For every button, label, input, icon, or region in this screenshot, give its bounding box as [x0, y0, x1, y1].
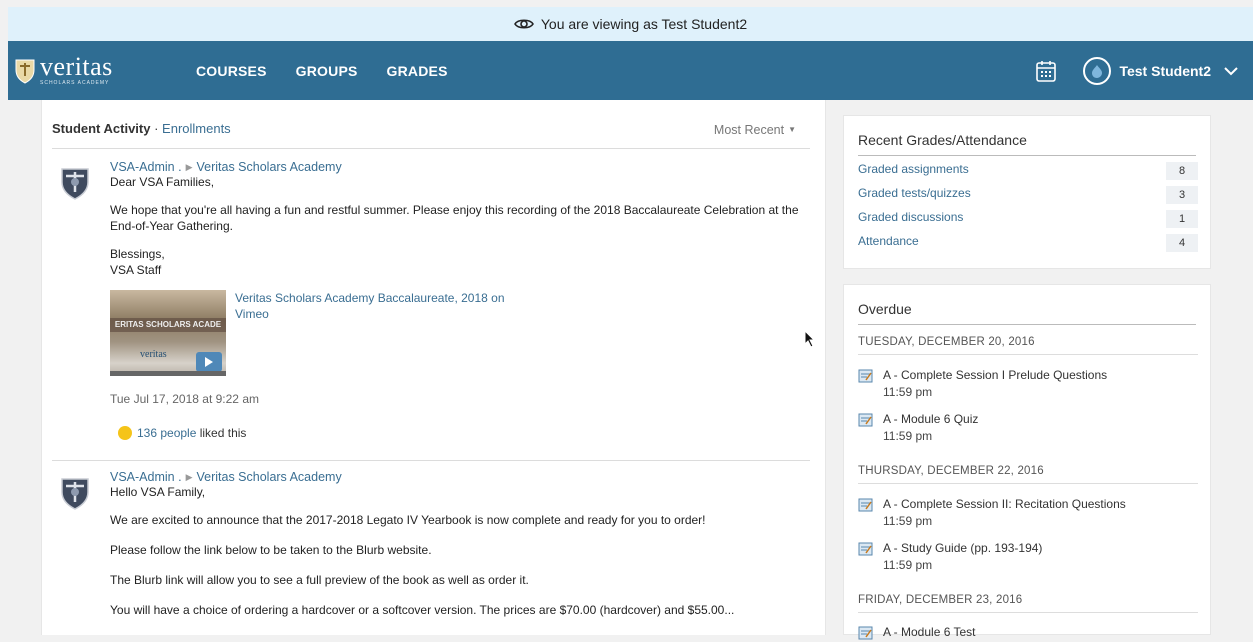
- post-paragraph: Please follow the link below to be taken…: [110, 543, 432, 557]
- post-signature: VSA Staff: [110, 263, 162, 277]
- likes-count-link[interactable]: 136 people: [137, 426, 196, 440]
- smiley-icon: [118, 426, 132, 440]
- assignment-icon: [858, 413, 873, 427]
- video-link-line: Veritas Scholars Academy Baccalaureate, …: [235, 291, 505, 305]
- arrow-right-icon: ▶: [185, 162, 193, 172]
- global-header: veritas SCHOLARS ACADEMY COURSES GROUPS …: [8, 41, 1253, 100]
- sort-label: Most Recent: [713, 123, 785, 137]
- grades-row-count: 8: [1166, 162, 1198, 180]
- nav-groups[interactable]: GROUPS: [296, 63, 358, 79]
- assignment-icon: [858, 498, 873, 512]
- assignment-icon: [858, 542, 873, 556]
- grades-row-label[interactable]: Attendance: [858, 234, 919, 248]
- grades-row[interactable]: Graded assignments 8: [858, 162, 1198, 180]
- overdue-date-heading: THURSDAY, DECEMBER 22, 2016: [858, 465, 1198, 484]
- overdue-date-heading: TUESDAY, DECEMBER 20, 2016: [858, 336, 1198, 355]
- post-timestamp: Tue Jul 17, 2018 at 9:22 am: [110, 392, 259, 406]
- calendar-icon[interactable]: [1036, 60, 1057, 82]
- feed-title-separator: ·: [150, 121, 163, 136]
- video-link-line: Vimeo: [235, 307, 269, 321]
- feed-title: Student Activity · Enrollments: [52, 121, 231, 136]
- grades-row-count: 4: [1166, 234, 1198, 252]
- task-due-time: 11:59 pm: [883, 385, 933, 399]
- play-button[interactable]: [196, 352, 222, 372]
- grades-row-count: 3: [1166, 186, 1198, 204]
- recent-grades-panel: Recent Grades/Attendance Graded assignme…: [843, 115, 1211, 269]
- grades-row-label[interactable]: Graded tests/quizzes: [858, 186, 971, 200]
- enrollments-link[interactable]: Enrollments: [162, 121, 231, 136]
- eye-icon: [513, 19, 534, 29]
- avatar-icon: [1092, 64, 1103, 78]
- assignment-icon: [858, 369, 873, 383]
- school-crest-avatar: [61, 168, 89, 200]
- logo-subtitle: SCHOLARS ACADEMY: [40, 80, 110, 86]
- post-group[interactable]: Veritas Scholars Academy: [196, 470, 341, 484]
- post-group[interactable]: Veritas Scholars Academy: [196, 160, 341, 174]
- post-paragraph: We hope that you're all having a fun and…: [110, 203, 799, 217]
- overdue-title: Overdue: [858, 301, 1196, 325]
- feed-title-text: Student Activity: [52, 121, 151, 136]
- primary-nav: COURSES GROUPS GRADES: [196, 63, 477, 79]
- task-name[interactable]: A - Study Guide (pp. 193-194): [883, 540, 1042, 557]
- task-name[interactable]: A - Module 6 Test: [883, 624, 976, 641]
- grades-row-label[interactable]: Graded discussions: [858, 210, 963, 224]
- task-due-time: 11:59 pm: [883, 514, 933, 528]
- feed-post: VSA-Admin . ▶ Veritas Scholars Academy Dea…: [52, 152, 810, 461]
- thumbnail-banner-text: ERITAS SCHOLARS ACADE: [110, 318, 226, 332]
- thumbnail-logo: veritas: [140, 349, 167, 360]
- likes-suffix: liked this: [196, 426, 247, 440]
- post-byline: VSA-Admin . ▶ Veritas Scholars Academy: [110, 160, 342, 174]
- grades-row[interactable]: Graded discussions 1: [858, 210, 1198, 228]
- grades-row[interactable]: Graded tests/quizzes 3: [858, 186, 1198, 204]
- nav-grades[interactable]: GRADES: [387, 63, 448, 79]
- task-name[interactable]: A - Module 6 Quiz: [883, 411, 978, 428]
- play-icon: [205, 357, 213, 367]
- user-name[interactable]: Test Student2: [1119, 63, 1211, 79]
- post-author[interactable]: VSA-Admin .: [110, 160, 182, 174]
- user-avatar[interactable]: [1083, 56, 1112, 85]
- caret-down-icon: ▼: [788, 125, 796, 134]
- post-byline: VSA-Admin . ▶ Veritas Scholars Academy: [110, 470, 342, 484]
- sort-dropdown[interactable]: Most Recent ▼: [714, 123, 796, 137]
- post-paragraph: You will have a choice of ordering a har…: [110, 603, 735, 617]
- activity-feed: Student Activity · Enrollments Most Rece…: [41, 100, 826, 635]
- post-paragraph: The Blurb link will allow you to see a f…: [110, 573, 529, 587]
- post-author[interactable]: VSA-Admin .: [110, 470, 182, 484]
- chevron-down-icon[interactable]: [1223, 66, 1239, 76]
- video-link[interactable]: Veritas Scholars Academy Baccalaureate, …: [235, 290, 535, 322]
- post-likes: 136 people liked this: [118, 426, 246, 440]
- feed-post: VSA-Admin . ▶ Veritas Scholars Academy Hel…: [52, 462, 810, 642]
- task-name[interactable]: A - Complete Session II: Recitation Ques…: [883, 496, 1126, 513]
- thumbnail-bar: [110, 371, 226, 376]
- school-crest-avatar: [61, 478, 89, 510]
- post-greeting: Dear VSA Families,: [110, 175, 215, 189]
- nav-courses[interactable]: COURSES: [196, 63, 267, 79]
- post-paragraph: We are excited to announce that the 2017…: [110, 513, 706, 527]
- overdue-panel: Overdue TUESDAY, DECEMBER 20, 2016 A - C…: [843, 284, 1211, 640]
- task-due-time: 11:59 pm: [883, 558, 933, 572]
- feed-header: Student Activity · Enrollments Most Rece…: [52, 121, 810, 149]
- grades-row-count: 1: [1166, 210, 1198, 228]
- recent-grades-title: Recent Grades/Attendance: [858, 132, 1196, 156]
- grades-row[interactable]: Attendance 4: [858, 234, 1198, 252]
- post-greeting: Hello VSA Family,: [110, 485, 206, 499]
- masquerade-text: You are viewing as Test Student2: [540, 16, 748, 32]
- grades-row-label[interactable]: Graded assignments: [858, 162, 969, 176]
- task-name[interactable]: A - Complete Session I Prelude Questions: [883, 367, 1107, 384]
- shield-logo-icon: [15, 59, 35, 84]
- post-paragraph: End-of-Year Gathering.: [110, 219, 233, 233]
- post-signoff: Blessings,: [110, 247, 165, 261]
- logo-wordmark: veritas: [40, 52, 113, 81]
- assignment-icon: [858, 626, 873, 640]
- overdue-date-heading: FRIDAY, DECEMBER 23, 2016: [858, 594, 1198, 613]
- veritas-logo[interactable]: veritas SCHOLARS ACADEMY: [14, 52, 184, 86]
- task-due-time: 11:59 pm: [883, 429, 933, 443]
- video-thumbnail[interactable]: ERITAS SCHOLARS ACADE veritas: [110, 290, 226, 376]
- arrow-right-icon: ▶: [185, 472, 193, 482]
- cursor-icon: [804, 330, 816, 348]
- masquerade-banner: You are viewing as Test Student2: [8, 7, 1253, 41]
